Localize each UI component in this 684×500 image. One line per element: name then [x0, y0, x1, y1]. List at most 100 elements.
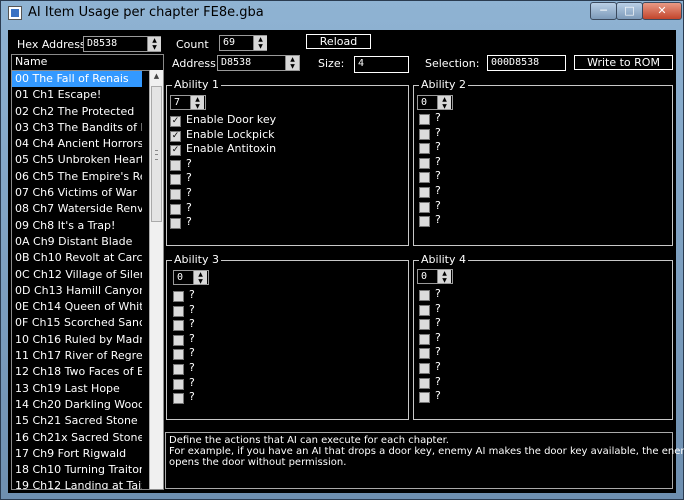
ability1-checkbox-label[interactable]: Enable Lockpick: [186, 128, 275, 141]
ability1-checkbox-label[interactable]: ?: [186, 201, 192, 214]
title-bar[interactable]: AI Item Usage per chapter FE8e.gba ─ □ ✕: [1, 1, 683, 25]
list-item[interactable]: 11 Ch17 River of Regrets: [12, 348, 142, 364]
ability3-checkbox[interactable]: [173, 393, 184, 405]
ability4-checkbox[interactable]: [419, 392, 430, 404]
count-stepper[interactable]: ▲ ▼: [253, 36, 267, 50]
ability2-checkbox-label[interactable]: ?: [435, 169, 441, 182]
ability1-checkbox-label[interactable]: ?: [186, 186, 192, 199]
ability1-checkbox[interactable]: ✓: [170, 116, 181, 127]
list-item[interactable]: 17 Ch9 Fort Rigwald: [12, 446, 142, 462]
ability3-checkbox-label[interactable]: ?: [189, 346, 195, 359]
ability1-checkbox-label[interactable]: Enable Door key: [186, 113, 276, 126]
list-item[interactable]: 01 Ch1 Escape!: [12, 87, 142, 103]
spin-down-icon[interactable]: ▼: [286, 63, 299, 70]
spin-down-icon[interactable]: ▼: [438, 103, 451, 110]
ability1-checkbox-label[interactable]: Enable Antitoxin: [186, 142, 276, 155]
list-item[interactable]: 0E Ch14 Queen of White D: [12, 299, 142, 315]
scroll-thumb[interactable]: [151, 86, 162, 222]
list-item[interactable]: 0F Ch15 Scorched Sand: [12, 315, 142, 331]
ability2-checkbox[interactable]: [419, 114, 430, 125]
list-item[interactable]: 12 Ch18 Two Faces of Evil: [12, 364, 142, 380]
list-item[interactable]: 15 Ch21 Sacred Stone: [12, 413, 142, 429]
list-scrollbar[interactable]: ▲: [149, 70, 163, 489]
list-item[interactable]: 18 Ch10 Turning Traitor: [12, 462, 142, 478]
list-item[interactable]: 04 Ch4 Ancient Horrors: [12, 136, 142, 152]
address-stepper[interactable]: ▲ ▼: [285, 56, 299, 70]
ability2-checkbox-label[interactable]: ?: [435, 184, 441, 197]
list-item[interactable]: 0A Ch9 Distant Blade: [12, 234, 142, 250]
ability4-checkbox[interactable]: [419, 377, 430, 389]
ability4-checkbox[interactable]: [419, 290, 430, 301]
list-item[interactable]: 02 Ch2 The Protected: [12, 104, 142, 120]
ability4-stepper[interactable]: ▲ ▼: [437, 270, 451, 283]
ability2-checkbox[interactable]: [419, 216, 430, 228]
ability4-checkbox-label[interactable]: ?: [435, 331, 441, 344]
ability2-checkbox-label[interactable]: ?: [435, 111, 441, 124]
ability1-checkbox[interactable]: ✓: [170, 130, 181, 142]
ability4-checkbox-label[interactable]: ?: [435, 375, 441, 388]
list-item[interactable]: 08 Ch7 Waterside Renvall: [12, 201, 142, 217]
ability1-checkbox[interactable]: [170, 203, 181, 215]
list-item[interactable]: 0C Ch12 Village of Silence: [12, 267, 142, 283]
ability2-checkbox[interactable]: [419, 157, 430, 169]
write-to-rom-button[interactable]: Write to ROM: [574, 55, 673, 70]
maximize-button[interactable]: □: [616, 2, 643, 20]
hex-address-stepper[interactable]: ▲ ▼: [147, 37, 161, 51]
list-item[interactable]: 19 Ch12 Landing at Taizel: [12, 478, 142, 489]
ability2-checkbox-label[interactable]: ?: [435, 199, 441, 212]
ability4-checkbox[interactable]: [419, 304, 430, 316]
ability4-checkbox-label[interactable]: ?: [435, 316, 441, 329]
list-item[interactable]: 16 Ch21x Sacred Stone: [12, 430, 142, 446]
list-item[interactable]: 0B Ch10 Revolt at Carcino: [12, 250, 142, 266]
ability1-checkbox[interactable]: ✓: [170, 145, 181, 157]
spin-down-icon[interactable]: ▼: [254, 43, 267, 50]
ability3-stepper[interactable]: ▲ ▼: [193, 271, 207, 284]
ability1-checkbox[interactable]: [170, 218, 181, 230]
ability3-checkbox-label[interactable]: ?: [189, 376, 195, 389]
ability3-checkbox-label[interactable]: ?: [189, 332, 195, 345]
ability4-checkbox-label[interactable]: ?: [435, 302, 441, 315]
ability2-stepper[interactable]: ▲ ▼: [437, 96, 451, 109]
list-item[interactable]: 05 Ch5 Unbroken Heart: [12, 152, 142, 168]
ability3-checkbox[interactable]: [173, 334, 184, 346]
ability3-checkbox-label[interactable]: ?: [189, 390, 195, 403]
ability3-checkbox-label[interactable]: ?: [189, 361, 195, 374]
list-item[interactable]: 00 The Fall of Renais: [12, 71, 142, 88]
ability3-checkbox[interactable]: [173, 378, 184, 390]
ability3-checkbox-label[interactable]: ?: [189, 288, 195, 301]
ability3-checkbox[interactable]: [173, 364, 184, 375]
ability2-checkbox-label[interactable]: ?: [435, 155, 441, 168]
list-item[interactable]: 10 Ch16 Ruled by Madness: [12, 332, 142, 348]
ability3-checkbox[interactable]: [173, 349, 184, 361]
ability2-checkbox[interactable]: [419, 143, 430, 155]
close-button[interactable]: ✕: [642, 2, 682, 20]
ability2-checkbox[interactable]: [419, 172, 430, 184]
ability2-checkbox-label[interactable]: ?: [435, 140, 441, 153]
ability4-checkbox[interactable]: [419, 333, 430, 345]
ability4-checkbox[interactable]: [419, 319, 430, 331]
chapter-list[interactable]: Name 00 The Fall of Renais 01 Ch1 Escape!…: [11, 54, 164, 490]
ability4-checkbox-label[interactable]: ?: [435, 360, 441, 373]
spin-down-icon[interactable]: ▼: [438, 277, 451, 284]
ability4-checkbox[interactable]: [419, 363, 430, 374]
list-item[interactable]: 07 Ch6 Victims of War: [12, 185, 142, 201]
list-item[interactable]: 0D Ch13 Hamill Canyon: [12, 283, 142, 299]
ability3-checkbox[interactable]: [173, 320, 184, 332]
ability1-checkbox[interactable]: [170, 174, 181, 186]
ability3-checkbox-label[interactable]: ?: [189, 303, 195, 316]
ability4-checkbox[interactable]: [419, 348, 430, 360]
spin-up-icon[interactable]: ▲: [286, 56, 299, 63]
list-item[interactable]: 14 Ch20 Darkling Woods: [12, 397, 142, 413]
list-item[interactable]: 09 Ch8 It's a Trap!: [12, 218, 142, 234]
ability1-checkbox-label[interactable]: ?: [186, 157, 192, 170]
ability4-checkbox-label[interactable]: ?: [435, 287, 441, 300]
ability1-checkbox[interactable]: [170, 189, 181, 200]
spin-down-icon[interactable]: ▼: [148, 44, 161, 51]
ability1-checkbox-label[interactable]: ?: [186, 171, 192, 184]
ability1-stepper[interactable]: ▲ ▼: [190, 96, 204, 109]
minimize-button[interactable]: ─: [590, 2, 617, 20]
ability2-checkbox[interactable]: [419, 187, 430, 198]
ability3-checkbox[interactable]: [173, 291, 184, 302]
ability3-checkbox[interactable]: [173, 305, 184, 317]
ability3-checkbox-label[interactable]: ?: [189, 317, 195, 330]
